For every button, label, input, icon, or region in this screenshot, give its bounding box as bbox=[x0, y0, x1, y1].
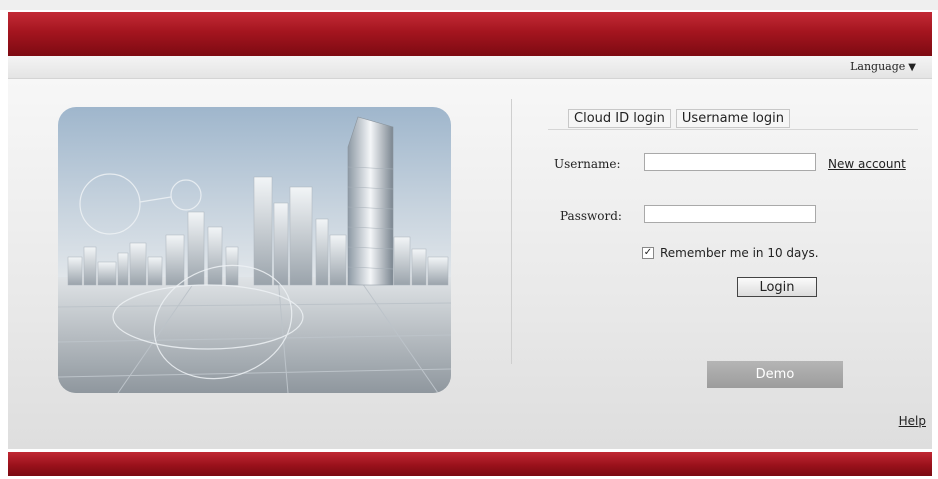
tab-cloud-id-login[interactable]: Cloud ID login bbox=[568, 109, 671, 128]
language-bar: Language ▼ bbox=[8, 56, 932, 79]
header-banner bbox=[8, 12, 932, 56]
language-label: Language bbox=[850, 60, 906, 73]
login-tabs: Cloud ID login Username login bbox=[568, 109, 790, 128]
login-panel: Cloud ID login Username login Username: … bbox=[8, 79, 932, 449]
demo-button[interactable]: Demo bbox=[707, 361, 843, 388]
top-strip bbox=[0, 0, 938, 10]
remember-label: Remember me in 10 days. bbox=[660, 246, 819, 260]
triangle-down-icon: ▼ bbox=[908, 62, 916, 73]
password-field[interactable] bbox=[644, 205, 816, 223]
footer-banner bbox=[8, 452, 932, 476]
tab-username-login[interactable]: Username login bbox=[675, 109, 790, 128]
language-selector[interactable]: Language ▼ bbox=[850, 60, 916, 73]
login-button[interactable]: Login bbox=[737, 277, 817, 297]
remember-me: ✓ Remember me in 10 days. bbox=[642, 246, 819, 260]
city-hero-image bbox=[58, 107, 451, 393]
username-field[interactable] bbox=[644, 153, 816, 171]
username-label: Username: bbox=[554, 157, 621, 171]
password-label: Password: bbox=[560, 209, 622, 223]
vertical-divider bbox=[511, 99, 512, 364]
tab-underline bbox=[548, 129, 918, 130]
new-account-link[interactable]: New account bbox=[828, 157, 906, 171]
help-link[interactable]: Help bbox=[899, 414, 926, 428]
city-skyline-illustration bbox=[58, 116, 451, 393]
remember-checkbox[interactable]: ✓ bbox=[642, 247, 654, 259]
